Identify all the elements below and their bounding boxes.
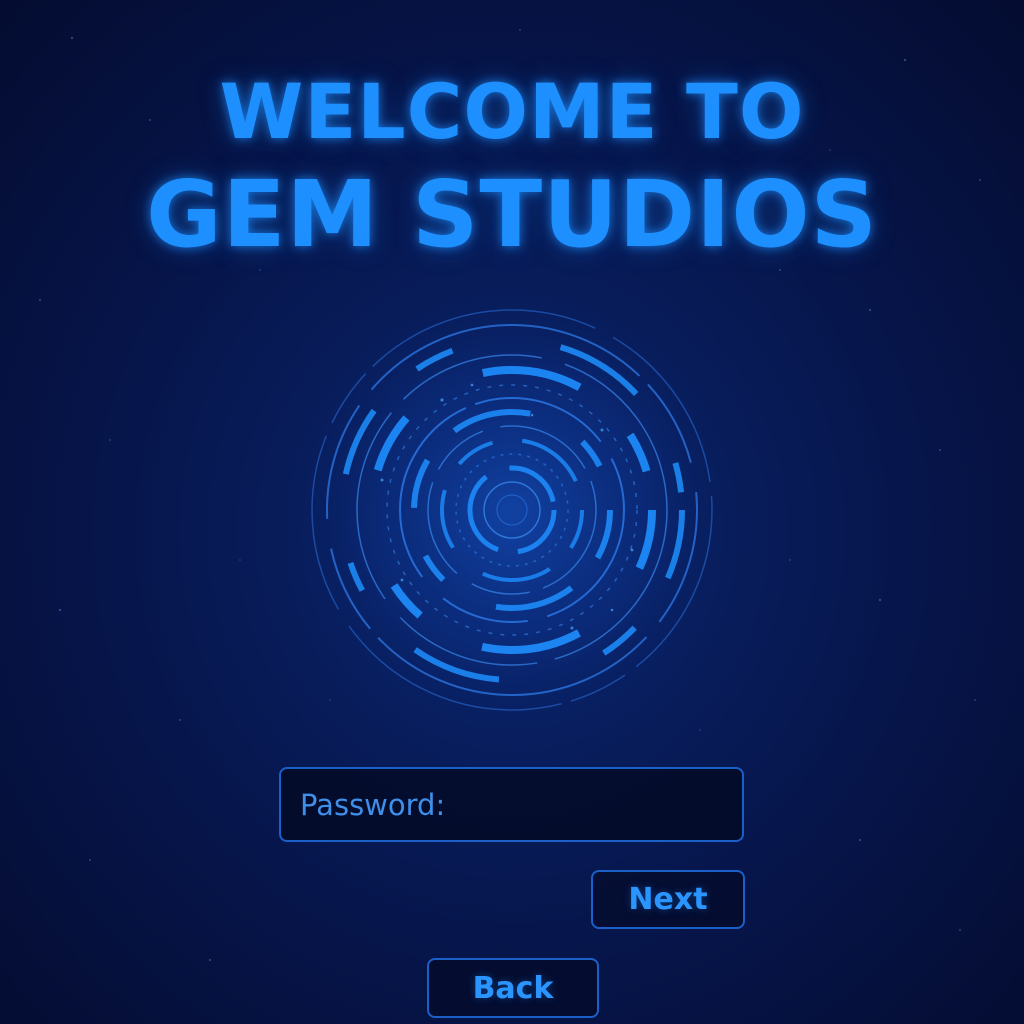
password-input[interactable]: [298, 786, 742, 823]
studio-name-heading: GEM STUDIOS: [146, 161, 878, 268]
next-button[interactable]: Next: [591, 870, 745, 929]
concentric-rings-logo-icon: [302, 300, 722, 720]
password-field[interactable]: [279, 767, 744, 842]
back-button[interactable]: Back: [427, 958, 599, 1018]
welcome-heading: WELCOME TO: [219, 67, 805, 156]
